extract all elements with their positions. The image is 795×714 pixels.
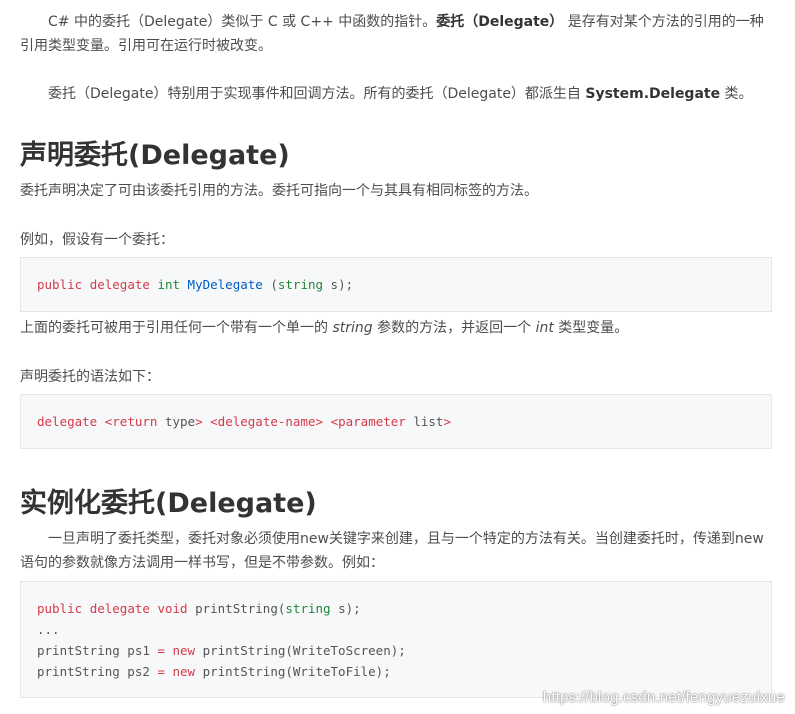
code-block-instantiate[interactable]: public delegate void printString(string … <box>20 581 772 698</box>
system-delegate-term: System.Delegate <box>585 86 721 102</box>
code-keyword: delegate <box>37 414 98 429</box>
code-text: s); <box>330 601 361 616</box>
code-operator: = <box>157 664 165 679</box>
code-tag: <parameter <box>330 414 406 429</box>
above-description: 上面的委托可被用于引用任何一个带有一个单一的 string 参数的方法，并返回一… <box>20 316 628 340</box>
code-text: list <box>405 414 444 429</box>
section-heading-declare: 声明委托(Delegate) <box>20 140 290 171</box>
code-text: printString ps2 <box>37 664 158 679</box>
code-text: type <box>157 414 196 429</box>
code-keyword: new <box>172 643 196 658</box>
italic-int: int <box>535 320 554 336</box>
text: 类型变量。 <box>553 320 629 336</box>
code-text: printString ps1 <box>37 643 158 658</box>
code-block-syntax[interactable]: delegate <return type> <delegate-name> <… <box>20 394 772 449</box>
intro-text: 委托（Delegate）特别用于实现事件和回调方法。所有的委托（Delegate… <box>48 86 586 102</box>
instantiate-description: 一旦声明了委托类型，委托对象必须使用new关键字来创建，且与一个特定的方法有关。… <box>20 531 764 571</box>
code-keyword: new <box>172 664 196 679</box>
code-tag: <return <box>104 414 158 429</box>
code-keyword: public <box>37 277 83 292</box>
section-heading-instantiate: 实例化委托(Delegate) <box>20 488 317 519</box>
code-tag: > <box>443 414 451 429</box>
code-keyword: public <box>37 601 83 616</box>
code-identifier: MyDelegate <box>187 277 263 292</box>
code-punct: ( <box>262 277 278 292</box>
text: 参数的方法，并返回一个 <box>372 320 536 336</box>
code-block-declaration[interactable]: public delegate int MyDelegate (string s… <box>20 257 772 312</box>
example-intro: 例如，假设有一个委托： <box>20 232 174 248</box>
italic-string: string <box>332 320 373 336</box>
declare-description: 委托声明决定了可由该委托引用的方法。委托可指向一个与其具有相同标签的方法。 <box>20 183 538 199</box>
text: 上面的委托可被用于引用任何一个带有一个单一的 <box>20 320 333 336</box>
intro-paragraph-1: C# 中的委托（Delegate）类似于 C 或 C++ 中函数的指针。委托（D… <box>20 10 772 58</box>
code-type: string <box>285 601 331 616</box>
syntax-intro: 声明委托的语法如下： <box>20 369 160 385</box>
intro-text: C# 中的委托（Delegate）类似于 C 或 C++ 中函数的指针。 <box>48 14 437 30</box>
code-text: printString(WriteToScreen); <box>195 643 406 658</box>
intro-bold-term: 委托（Delegate） <box>436 14 564 30</box>
intro-paragraph-2: 委托（Delegate）特别用于实现事件和回调方法。所有的委托（Delegate… <box>20 82 772 106</box>
code-tag: > <box>195 414 203 429</box>
code-keyword: void <box>157 601 188 616</box>
code-text: printString( <box>187 601 286 616</box>
code-ellipsis: ... <box>37 622 60 637</box>
code-operator: = <box>157 643 165 658</box>
intro-text-cont: 类。 <box>720 86 753 102</box>
csdn-watermark: https://blog.csdn.net/fengyuezuixue <box>542 689 785 706</box>
code-text: printString(WriteToFile); <box>195 664 391 679</box>
code-type: string <box>277 277 324 292</box>
code-keyword: delegate <box>89 601 150 616</box>
code-tag: <delegate-name> <box>210 414 324 429</box>
code-keyword: delegate <box>89 277 150 292</box>
code-punct: s); <box>323 277 354 292</box>
code-type: int <box>157 277 181 292</box>
